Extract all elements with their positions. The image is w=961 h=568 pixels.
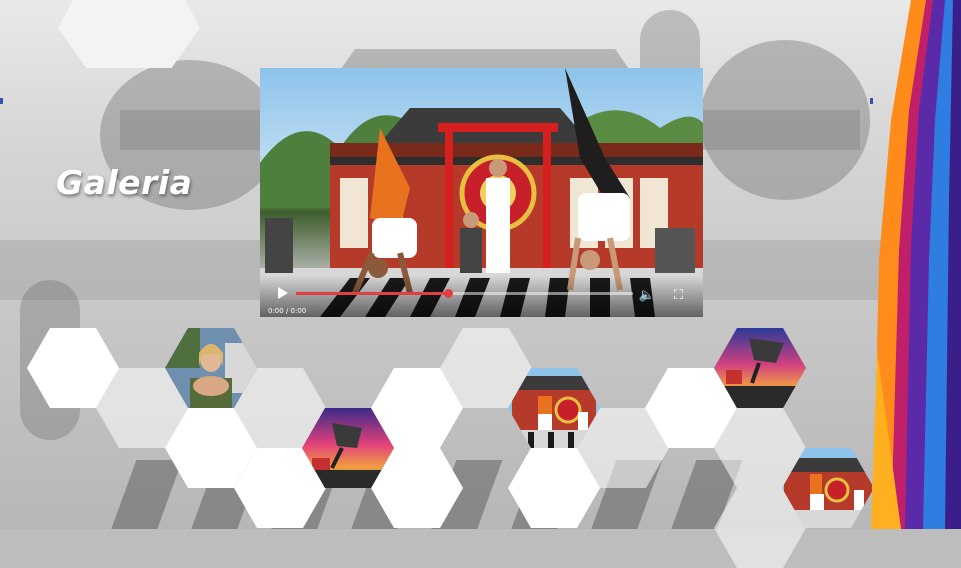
- bg-stripe: [103, 460, 183, 529]
- decor-hexagon-top: [58, 0, 200, 68]
- video-timecode: 0:00 / 0:00: [268, 307, 307, 315]
- decor-color-bars: [871, 0, 961, 529]
- slide-marker: [0, 98, 3, 104]
- play-icon[interactable]: [278, 287, 288, 299]
- video-player[interactable]: 🔈 ⛶ 0:00 / 0:00: [260, 68, 703, 317]
- bg-tree: [700, 40, 870, 200]
- seek-bar[interactable]: [296, 289, 633, 298]
- seek-progress: [296, 292, 448, 295]
- page-title: Galeria: [56, 163, 193, 202]
- decor-color-bars-shape: [871, 0, 961, 529]
- fullscreen-icon[interactable]: ⛶: [674, 288, 683, 303]
- seek-handle[interactable]: [443, 289, 453, 298]
- video-controls-bar: 🔈 ⛶ 0:00 / 0:00: [260, 275, 703, 317]
- volume-icon[interactable]: 🔈: [639, 288, 655, 303]
